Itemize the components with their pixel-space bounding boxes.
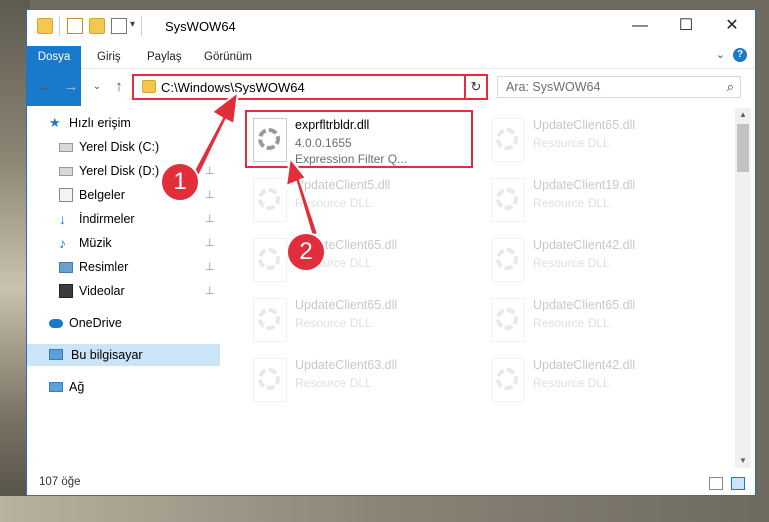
step-marker-2: 2 [286, 232, 326, 272]
arrow-1 [188, 89, 240, 184]
arrow-2 [284, 155, 320, 238]
annotation-arrows [188, 89, 320, 238]
step-marker-1: 1 [160, 162, 200, 202]
